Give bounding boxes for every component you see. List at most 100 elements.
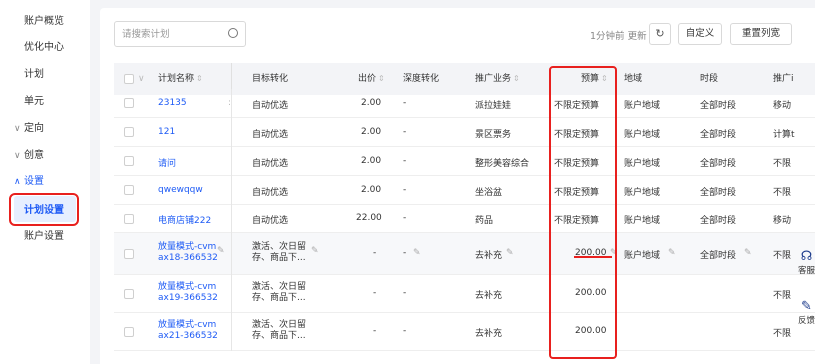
feedback-widget[interactable]: ✎ 反馈 bbox=[798, 299, 815, 327]
sidebar: 账户概览 优化中心 计划 单元 ∨ 定向 ∨ 创意 ∧ 设置 计划设置 账户设置 bbox=[0, 0, 90, 364]
bid-cell: - bbox=[373, 288, 377, 298]
plan-name-link[interactable]: 放量模式-cvm ax21-366532 bbox=[158, 320, 218, 342]
deep-cell: - bbox=[403, 213, 407, 223]
plan-name-link[interactable]: 电商店铺222 bbox=[158, 213, 211, 226]
period-cell: 全部时段 bbox=[700, 216, 737, 226]
highlight-annotation bbox=[549, 66, 617, 359]
promotion-cell: 不限 bbox=[773, 251, 792, 261]
edit-icon[interactable]: ✎ bbox=[744, 248, 752, 258]
row-checkbox[interactable] bbox=[124, 127, 134, 137]
sidebar-item-plan[interactable]: 计划 bbox=[0, 65, 90, 85]
business-cell: 去补充 bbox=[475, 291, 503, 301]
promotion-cell: 移动 bbox=[773, 216, 792, 226]
period-cell: 全部时段 bbox=[700, 188, 737, 198]
region-cell: 账户地域 bbox=[624, 130, 661, 140]
table-row[interactable]: 121 自动优选 2.00 - 景区票务 不限定预算 账户地域 全部时段 计算t bbox=[114, 118, 815, 147]
plan-name-link[interactable]: 121 bbox=[158, 127, 175, 137]
row-checkbox[interactable] bbox=[124, 98, 134, 108]
bid-cell: 2.00 bbox=[361, 127, 382, 137]
row-checkbox[interactable] bbox=[124, 185, 134, 195]
business-cell: 去补充 bbox=[475, 251, 503, 261]
table-row[interactable]: 放量模式-cvm ax21-366532 激活、次日留 存、商品下... - - 去… bbox=[114, 313, 815, 351]
promotion-cell: 不限 bbox=[773, 291, 792, 301]
update-status: 1分钟前 更新 bbox=[590, 31, 647, 42]
region-cell: 账户地域 bbox=[624, 159, 661, 169]
table-row[interactable]: 放量模式-cvm ax18-366532 ✎ 激活、次日留 存、商品下... ✎ -… bbox=[114, 233, 815, 275]
search-input[interactable] bbox=[122, 26, 218, 42]
edit-icon[interactable]: ✎ bbox=[413, 248, 421, 258]
bid-cell: 2.00 bbox=[361, 185, 382, 195]
table-row[interactable]: 23135 : 自动优选 2.00 - 派拉娃娃 不限定预算 账户地域 全部时段… bbox=[114, 89, 815, 118]
customer-service-widget[interactable]: ☊ 客服 bbox=[798, 249, 815, 277]
chevron-down-icon: ∨ bbox=[14, 124, 21, 134]
business-cell: 坐浴盆 bbox=[475, 188, 503, 198]
table-row[interactable]: 请问 自动优选 2.00 - 整形美容综合 不限定预算 账户地域 全部时段 不限 bbox=[114, 147, 815, 176]
sidebar-item-optimization-center[interactable]: 优化中心 bbox=[0, 38, 90, 58]
sidebar-group-targeting[interactable]: ∨ 定向 bbox=[0, 119, 90, 139]
business-cell: 景区票务 bbox=[475, 130, 512, 140]
underline-annotation bbox=[574, 256, 612, 258]
promotion-cell: 移动 bbox=[773, 101, 792, 111]
deep-cell: - bbox=[403, 288, 407, 298]
bid-cell: 2.00 bbox=[361, 156, 382, 166]
bid-cell: - bbox=[373, 326, 377, 336]
pencil-icon: ✎ bbox=[801, 299, 812, 314]
edit-icon[interactable]: ✎ bbox=[506, 248, 514, 258]
chevron-down-icon: ∨ bbox=[14, 151, 21, 161]
row-checkbox[interactable] bbox=[124, 289, 134, 299]
select-all-checkbox[interactable] bbox=[124, 74, 134, 84]
business-cell: 整形美容综合 bbox=[475, 159, 530, 169]
edit-icon[interactable]: ✎ bbox=[311, 246, 319, 256]
plan-name-link[interactable]: 请问 bbox=[158, 156, 176, 169]
sort-icon: ⇕ bbox=[196, 74, 203, 83]
region-cell: 账户地域 bbox=[624, 188, 661, 198]
sidebar-item-account-overview[interactable]: 账户概览 bbox=[0, 12, 90, 32]
plan-name-link[interactable]: 放量模式-cvm ax18-366532 bbox=[158, 242, 218, 264]
customize-button[interactable]: 自定义 bbox=[678, 23, 722, 45]
business-cell: 去补充 bbox=[475, 329, 503, 339]
table-row[interactable]: qwewqqw 自动优选 2.00 - 坐浴盆 不限定预算 账户地域 全部时段 … bbox=[114, 176, 815, 205]
headset-icon: ☊ bbox=[800, 249, 813, 264]
target-cell: 自动优选 bbox=[252, 216, 289, 226]
sidebar-item-account-settings[interactable]: 账户设置 bbox=[0, 227, 90, 247]
region-cell: 账户地域 bbox=[624, 101, 661, 111]
period-cell: 全部时段 bbox=[700, 251, 737, 261]
business-cell: 药品 bbox=[475, 216, 494, 226]
search-icon[interactable] bbox=[228, 28, 238, 38]
sidebar-group-creative[interactable]: ∨ 创意 bbox=[0, 146, 90, 166]
target-cell: 自动优选 bbox=[252, 130, 289, 140]
bid-cell: 22.00 bbox=[356, 213, 382, 223]
row-checkbox[interactable] bbox=[124, 156, 134, 166]
target-cell: 自动优选 bbox=[252, 159, 289, 169]
deep-cell: - bbox=[403, 127, 407, 137]
table-row[interactable]: 电商店铺222 自动优选 22.00 - 药品 不限定预算 账户地域 全部时段 … bbox=[114, 205, 815, 233]
refresh-icon: ↻ bbox=[655, 27, 665, 40]
edit-icon[interactable]: ✎ bbox=[668, 248, 676, 258]
promotion-cell: 不限 bbox=[773, 159, 792, 169]
bid-cell: 2.00 bbox=[361, 98, 382, 108]
period-cell: 全部时段 bbox=[700, 130, 737, 140]
row-checkbox[interactable] bbox=[124, 214, 134, 224]
plan-name-link[interactable]: qwewqqw bbox=[158, 185, 203, 195]
row-checkbox[interactable] bbox=[124, 327, 134, 337]
target-cell: 自动优选 bbox=[252, 101, 289, 111]
sidebar-item-unit[interactable]: 单元 bbox=[0, 92, 90, 112]
target-cell: 激活、次日留 存、商品下... bbox=[252, 320, 307, 341]
promotion-cell: 计算t bbox=[773, 130, 795, 140]
period-cell: 全部时段 bbox=[700, 159, 737, 169]
deep-cell: - bbox=[403, 156, 407, 166]
sidebar-group-settings[interactable]: ∧ 设置 bbox=[0, 172, 90, 192]
refresh-button[interactable]: ↻ bbox=[649, 23, 671, 45]
promotion-cell: 不限 bbox=[773, 329, 792, 339]
deep-cell: - bbox=[403, 248, 407, 258]
table-row[interactable]: 放量模式-cvm ax19-366532 激活、次日留 存、商品下... - - 去… bbox=[114, 275, 815, 313]
sort-icon: ⇕ bbox=[378, 74, 385, 83]
edit-icon[interactable]: ✎ bbox=[217, 246, 225, 256]
reset-column-width-button[interactable]: 重置列宽 bbox=[730, 23, 792, 45]
period-cell: 全部时段 bbox=[700, 101, 737, 111]
row-checkbox[interactable] bbox=[124, 249, 134, 259]
region-cell: 账户地域 bbox=[624, 216, 661, 226]
plan-name-link[interactable]: 23135 bbox=[158, 98, 187, 108]
highlight-annotation bbox=[9, 193, 79, 226]
plan-name-link[interactable]: 放量模式-cvm ax19-366532 bbox=[158, 282, 218, 304]
